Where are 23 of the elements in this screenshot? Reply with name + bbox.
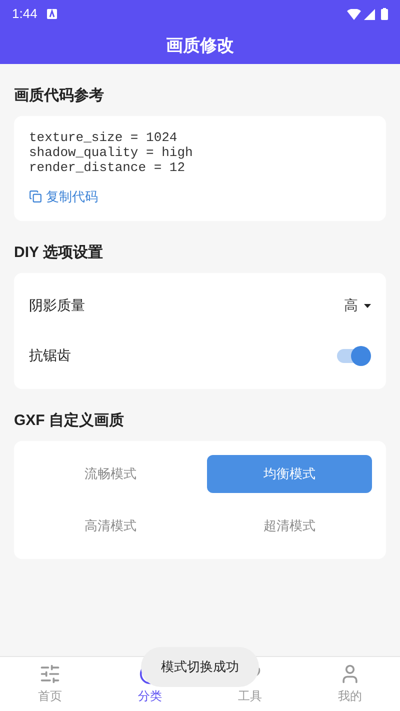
- nav-tab[interactable]: 我的: [300, 657, 400, 711]
- caret-icon: [364, 304, 371, 308]
- option-label: 抗锯齿: [29, 346, 71, 365]
- code-line: texture_size = 1024: [29, 130, 178, 145]
- section-title: GXF 自定义画质: [13, 410, 126, 430]
- mode-button[interactable]: 均衡模式: [207, 454, 372, 492]
- section-title: 画质代码参考: [13, 86, 105, 106]
- app-title: 画质修改: [166, 35, 234, 58]
- notification-icon: [47, 9, 58, 19]
- battery-icon: [381, 8, 388, 20]
- section-title: DIY 选项设置: [13, 242, 104, 262]
- nav-tab[interactable]: 首页: [0, 657, 100, 711]
- toast: 模式切换成功: [141, 647, 259, 687]
- status-time: 1:44: [12, 5, 38, 24]
- copy-code-link[interactable]: 复制代码: [29, 187, 98, 206]
- code-line: shadow_quality = high: [29, 145, 194, 160]
- wifi-icon: [347, 8, 361, 20]
- quality-dropdown[interactable]: 高: [344, 295, 371, 316]
- signal-icon: [364, 8, 375, 20]
- option-label: 阴影质量: [29, 296, 85, 315]
- sliders-icon: [39, 663, 61, 685]
- code-line: render_distance = 12: [29, 160, 186, 175]
- copy-icon: [29, 190, 42, 204]
